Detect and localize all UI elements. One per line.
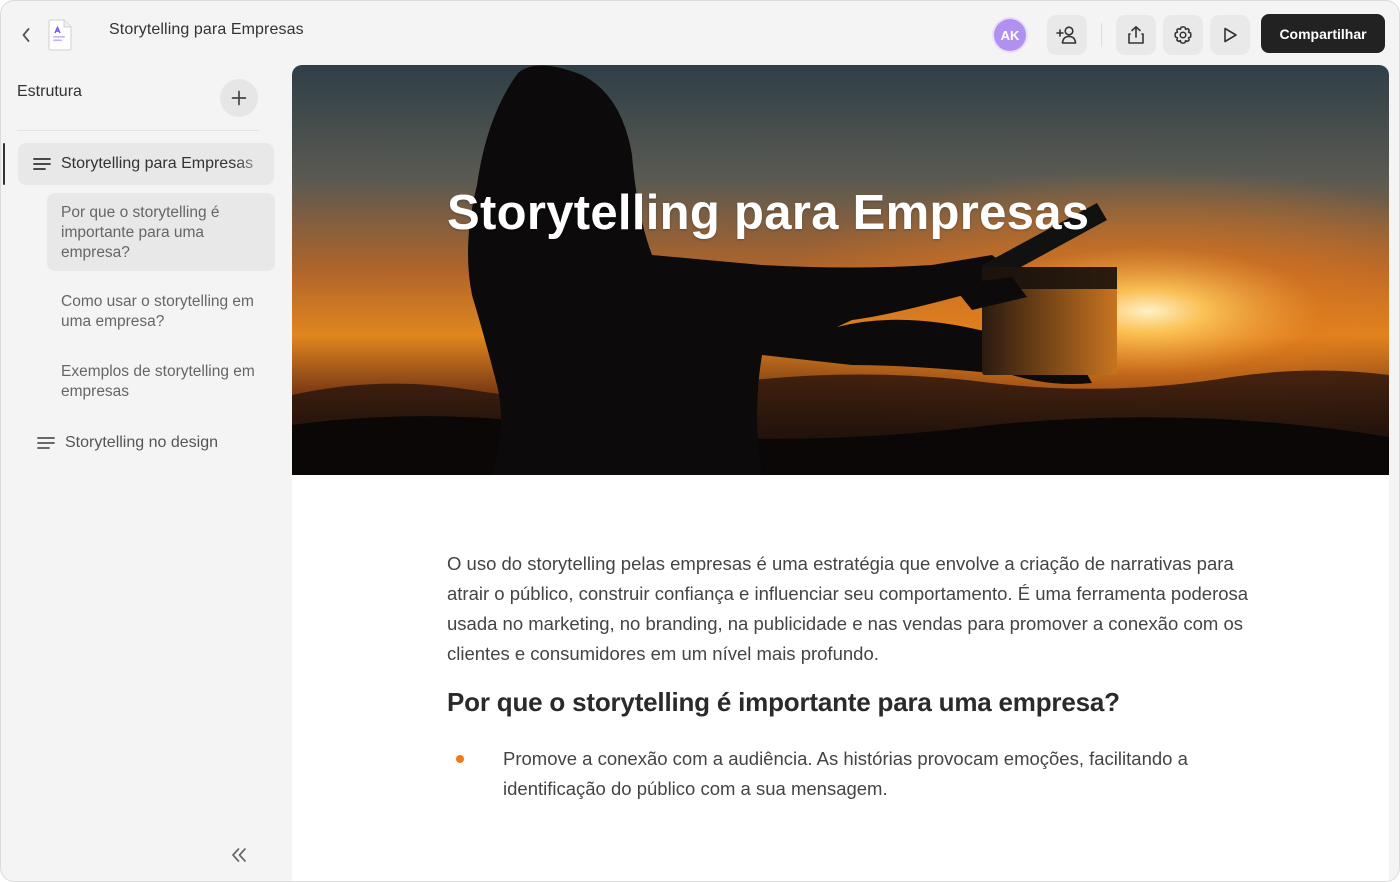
sidebar-item-storytelling-no-design[interactable]: Storytelling no design [37,431,275,455]
label-fade [234,143,274,185]
hero-title[interactable]: Storytelling para Empresas [447,185,1089,241]
share-button[interactable]: Compartilhar [1261,14,1385,53]
sidebar-header: Estrutura [17,83,82,100]
sidebar-item-label: Exemplos de storytelling em empresas [61,363,255,400]
add-user-icon [1056,26,1077,44]
lines-icon [33,158,51,170]
collapse-sidebar-button[interactable] [227,843,251,867]
user-avatar[interactable]: AK [994,19,1026,51]
back-button[interactable] [16,23,36,47]
sidebar-item-storytelling-para-empresas[interactable]: Storytelling para Empresas [18,143,274,185]
list-item[interactable]: Promove a conexão com a audiência. As hi… [447,744,1267,804]
back-icon [22,28,30,42]
lines-icon [37,437,55,449]
bullet-dot-icon [456,755,464,763]
document-canvas: Storytelling para Empresas O uso do stor… [292,65,1389,881]
sidebar-item-como-usar[interactable]: Como usar o storytelling em uma empresa? [47,283,275,343]
sidebar-item-por-que[interactable]: Por que o storytelling é importante para… [47,193,275,271]
share-icon [1128,26,1144,44]
double-chevron-left-icon [232,848,246,862]
document-icon [48,19,72,51]
settings-button[interactable] [1163,15,1203,55]
sidebar-item-label: Por que o storytelling é importante para… [61,204,220,261]
toolbar-divider [1101,23,1102,47]
hero-image: Storytelling para Empresas [292,65,1389,475]
section-heading[interactable]: Por que o storytelling é importante para… [447,687,1267,718]
add-collaborator-button[interactable] [1047,15,1087,55]
sunset-silhouette-image [292,65,1389,475]
sidebar-item-label: Como usar o storytelling em uma empresa? [61,293,254,330]
document-title: Storytelling para Empresas [109,21,304,38]
top-bar: Storytelling para Empresas AK Compartilh… [1,1,1399,65]
sidebar-divider [17,130,259,131]
settings-icon [1174,26,1192,44]
present-button[interactable] [1210,15,1250,55]
plus-icon [231,90,247,106]
list-item-text: Promove a conexão com a audiência. As hi… [503,748,1188,799]
intro-paragraph[interactable]: O uso do storytelling pelas empresas é u… [447,549,1267,669]
sidebar-item-label: Storytelling para Empresas [61,155,254,172]
play-icon [1224,27,1237,43]
active-indicator [3,143,5,185]
add-section-button[interactable] [220,79,258,117]
sidebar-item-exemplos[interactable]: Exemplos de storytelling em empresas [47,353,275,413]
export-button[interactable] [1116,15,1156,55]
document-body: O uso do storytelling pelas empresas é u… [447,549,1267,804]
structure-sidebar: Estrutura Storytelling para Empresas Por… [1,65,291,881]
app-window: Storytelling para Empresas AK Compartilh… [0,0,1400,882]
sidebar-item-label: Storytelling no design [65,434,218,451]
